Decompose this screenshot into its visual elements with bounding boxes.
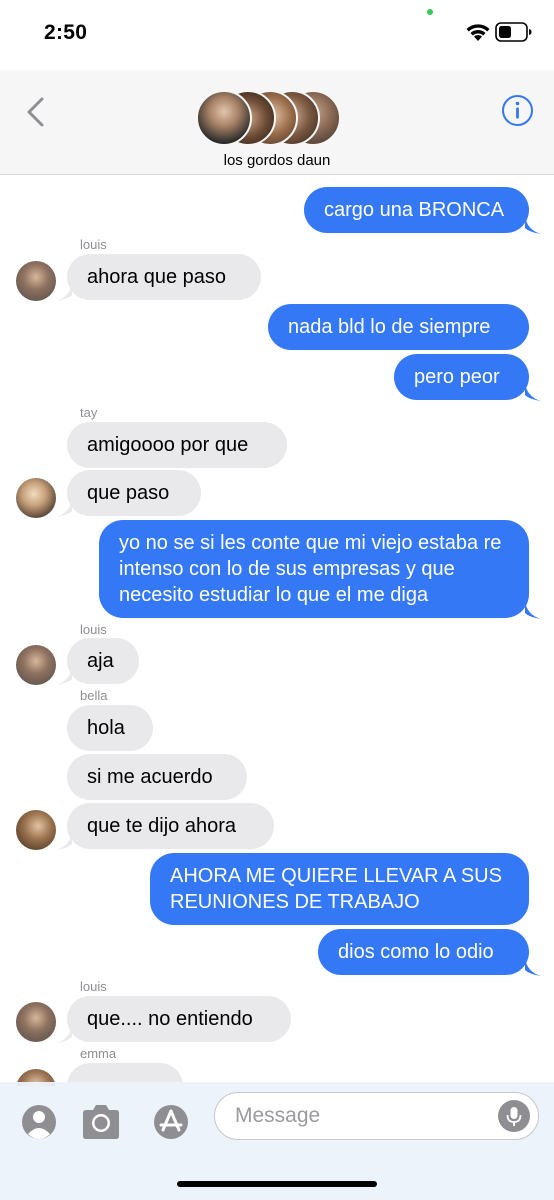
message-text: si me acuerdo	[87, 766, 213, 788]
group-avatar	[196, 90, 252, 146]
message-text: ahora que paso	[87, 266, 227, 288]
outgoing-message[interactable]: dios como lo odio	[318, 929, 529, 975]
contact-avatar[interactable]	[16, 261, 56, 301]
incoming-message[interactable]: ahora que paso	[67, 254, 261, 300]
outgoing-message[interactable]: nada bld lo de siempre	[268, 304, 529, 350]
memoji-icon[interactable]	[17, 1102, 61, 1142]
app-store-icon[interactable]	[149, 1102, 193, 1142]
message-text: AHORA ME QUIERE LLEVAR A SUS REUNIONES D…	[170, 865, 502, 913]
outgoing-message[interactable]: yo no se si les conte que mi viejo estab…	[99, 520, 529, 618]
bubble-tail	[525, 216, 541, 234]
bubble-tail	[525, 958, 541, 976]
incoming-message[interactable]: amigoooo por que	[67, 422, 287, 468]
incoming-message[interactable]: hola	[67, 705, 153, 751]
compose-bar: Message	[0, 1082, 554, 1200]
message-input[interactable]: Message	[214, 1092, 539, 1140]
message-placeholder: Message	[235, 1104, 321, 1127]
message-text: que te dijo ahora	[87, 815, 237, 837]
message-text: cargo una BRONCA	[324, 199, 505, 221]
sender-name: louis	[80, 979, 107, 994]
bubble-tail	[56, 283, 72, 301]
sender-name: emma	[80, 1046, 117, 1061]
bubble-tail	[525, 383, 541, 401]
message-text: amigoooo por que	[87, 434, 249, 456]
conversation-header: los gordos daun	[0, 70, 554, 175]
message-text: que paso	[87, 482, 170, 504]
message-text: que.... no entiendo	[87, 1008, 253, 1030]
sender-name: louis	[80, 237, 107, 252]
home-indicator	[177, 1181, 377, 1187]
sender-name: tay	[80, 405, 98, 420]
bubble-tail	[525, 601, 541, 619]
bubble-tail	[56, 832, 72, 850]
message-text: dios como lo odio	[338, 941, 494, 963]
message-text: hola	[87, 717, 125, 739]
sender-name: bella	[80, 688, 108, 703]
group-avatars[interactable]	[196, 90, 341, 146]
message-text: aja	[87, 650, 114, 672]
incoming-message[interactable]: si me acuerdo	[67, 754, 247, 800]
bubble-tail	[56, 1025, 72, 1043]
incoming-message[interactable]: que te dijo ahora	[67, 803, 274, 849]
contact-avatar[interactable]	[16, 478, 56, 518]
message-list[interactable]: cargo una BRONCA louis ahora que paso na…	[0, 176, 554, 1086]
status-time: 2:50	[44, 21, 88, 44]
contact-avatar[interactable]	[16, 1002, 56, 1042]
incoming-message[interactable]: que paso	[67, 470, 201, 516]
microphone-icon[interactable]	[498, 1100, 530, 1132]
message-text: nada bld lo de siempre	[288, 316, 491, 338]
bubble-tail	[56, 667, 72, 685]
outgoing-message[interactable]: AHORA ME QUIERE LLEVAR A SUS REUNIONES D…	[150, 853, 529, 925]
outgoing-message[interactable]: cargo una BRONCA	[304, 187, 529, 233]
info-icon[interactable]	[501, 94, 534, 127]
wifi-icon	[466, 24, 490, 41]
status-bar: 2:50	[0, 0, 554, 70]
camera-icon[interactable]	[79, 1102, 123, 1142]
contact-avatar[interactable]	[16, 645, 56, 685]
privacy-indicator	[427, 9, 433, 15]
battery-icon	[495, 22, 532, 42]
incoming-message[interactable]: que.... no entiendo	[67, 996, 291, 1042]
back-chevron-icon[interactable]	[24, 96, 46, 128]
bubble-tail	[56, 499, 72, 517]
message-text: pero peor	[414, 366, 500, 388]
sender-name: louis	[80, 622, 107, 637]
incoming-message[interactable]: aja	[67, 638, 139, 684]
message-text: yo no se si les conte que mi viejo estab…	[119, 532, 502, 606]
outgoing-message[interactable]: pero peor	[394, 354, 529, 400]
group-name[interactable]: los gordos daun	[0, 152, 554, 169]
contact-avatar[interactable]	[16, 810, 56, 850]
